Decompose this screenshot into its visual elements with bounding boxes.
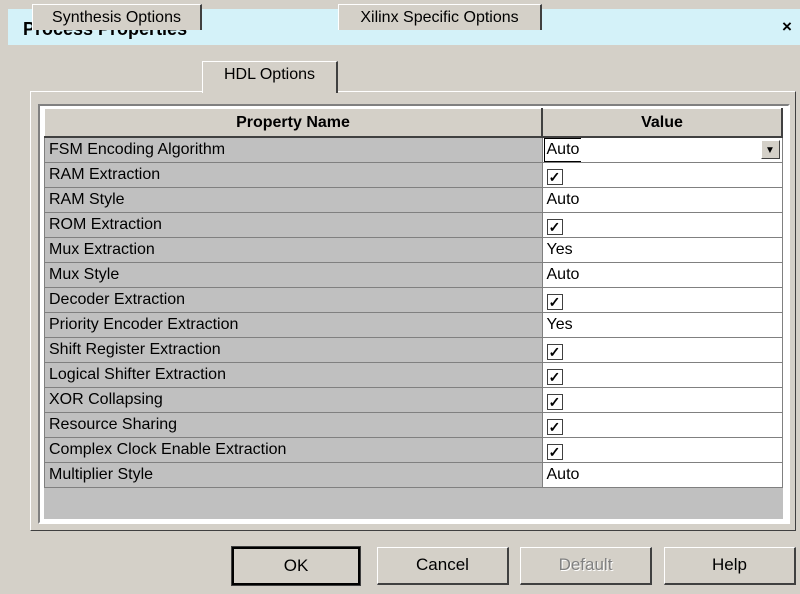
property-value-cell[interactable]: Yes <box>541 312 783 338</box>
property-name-cell[interactable]: Multiplier Style <box>44 462 543 488</box>
checkbox[interactable]: ✓ <box>546 169 563 185</box>
checkbox[interactable]: ✓ <box>546 219 563 235</box>
table-row: Multiplier Style Auto <box>44 462 783 488</box>
property-name-cell[interactable]: Shift Register Extraction <box>44 337 543 363</box>
property-value-checkbox-cell[interactable]: ✓ <box>541 387 783 413</box>
property-name-cell[interactable]: Priority Encoder Extraction <box>44 312 543 338</box>
property-name-cell[interactable]: XOR Collapsing <box>44 387 543 413</box>
chevron-down-icon[interactable]: ▼ <box>760 140 780 159</box>
column-header-property-name[interactable]: Property Name <box>44 108 543 138</box>
table-row: Mux Style Auto <box>44 262 783 288</box>
checkbox[interactable]: ✓ <box>546 294 563 310</box>
value-dropdown[interactable]: Auto ▼ <box>543 138 782 162</box>
property-name-cell[interactable]: Mux Style <box>44 262 543 288</box>
property-value-cell[interactable]: Yes <box>541 237 783 263</box>
checkbox[interactable]: ✓ <box>546 444 563 460</box>
table-row: RAM Style Auto <box>44 187 783 213</box>
close-icon: × <box>782 17 792 36</box>
property-name-cell[interactable]: Decoder Extraction <box>44 287 543 313</box>
property-value-checkbox-cell[interactable]: ✓ <box>541 412 783 438</box>
property-name-cell[interactable]: RAM Extraction <box>44 162 543 188</box>
property-name-cell[interactable]: FSM Encoding Algorithm <box>44 136 543 163</box>
property-value-checkbox-cell[interactable]: ✓ <box>541 162 783 188</box>
property-name-cell[interactable]: RAM Style <box>44 187 543 213</box>
property-value-cell[interactable]: Auto <box>541 262 783 288</box>
property-name-cell[interactable]: Logical Shifter Extraction <box>44 362 543 388</box>
column-header-value[interactable]: Value <box>541 108 783 138</box>
table-row: Decoder Extraction ✓ <box>44 287 783 313</box>
property-value-cell[interactable]: Auto <box>541 187 783 213</box>
checkbox[interactable]: ✓ <box>546 419 563 435</box>
property-name-cell[interactable]: Resource Sharing <box>44 412 543 438</box>
table-row: XOR Collapsing ✓ <box>44 387 783 413</box>
property-value-dropdown-cell[interactable]: Auto ▼ <box>541 136 783 163</box>
table-row: Resource Sharing ✓ <box>44 412 783 438</box>
ok-button[interactable]: OK <box>231 546 361 586</box>
property-name-cell[interactable]: Mux Extraction <box>44 237 543 263</box>
property-value-checkbox-cell[interactable]: ✓ <box>541 287 783 313</box>
checkbox[interactable]: ✓ <box>546 394 563 410</box>
default-button: Default <box>520 547 652 585</box>
table-row: Logical Shifter Extraction ✓ <box>44 362 783 388</box>
table-row: Shift Register Extraction ✓ <box>44 337 783 363</box>
tab-hdl-options[interactable]: HDL Options <box>202 61 338 93</box>
tab-xilinx-specific-options[interactable]: Xilinx Specific Options <box>338 4 542 30</box>
property-name-cell[interactable]: ROM Extraction <box>44 212 543 238</box>
property-value-checkbox-cell[interactable]: ✓ <box>541 337 783 363</box>
tab-label: Xilinx Specific Options <box>360 9 519 26</box>
help-button[interactable]: Help <box>664 547 796 585</box>
property-value-checkbox-cell[interactable]: ✓ <box>541 437 783 463</box>
property-value-cell[interactable]: Auto <box>541 462 783 488</box>
table-row: ROM Extraction ✓ <box>44 212 783 238</box>
close-button[interactable]: × <box>777 18 797 36</box>
checkbox[interactable]: ✓ <box>546 369 563 385</box>
table-row: RAM Extraction ✓ <box>44 162 783 188</box>
property-value-checkbox-cell[interactable]: ✓ <box>541 212 783 238</box>
table-row: Priority Encoder Extraction Yes <box>44 312 783 338</box>
table-row: FSM Encoding Algorithm Auto ▼ <box>44 136 783 163</box>
property-grid: Property Name Value FSM Encoding Algorit… <box>44 108 783 488</box>
property-name-cell[interactable]: Complex Clock Enable Extraction <box>44 437 543 463</box>
cancel-button[interactable]: Cancel <box>377 547 509 585</box>
tab-label: Synthesis Options <box>52 9 181 26</box>
checkbox[interactable]: ✓ <box>546 344 563 360</box>
tab-synthesis-options[interactable]: Synthesis Options <box>32 4 202 30</box>
table-row: Mux Extraction Yes <box>44 237 783 263</box>
dropdown-selected-value: Auto <box>543 138 582 162</box>
table-row: Complex Clock Enable Extraction ✓ <box>44 437 783 463</box>
tab-label: HDL Options <box>224 66 315 83</box>
property-value-checkbox-cell[interactable]: ✓ <box>541 362 783 388</box>
